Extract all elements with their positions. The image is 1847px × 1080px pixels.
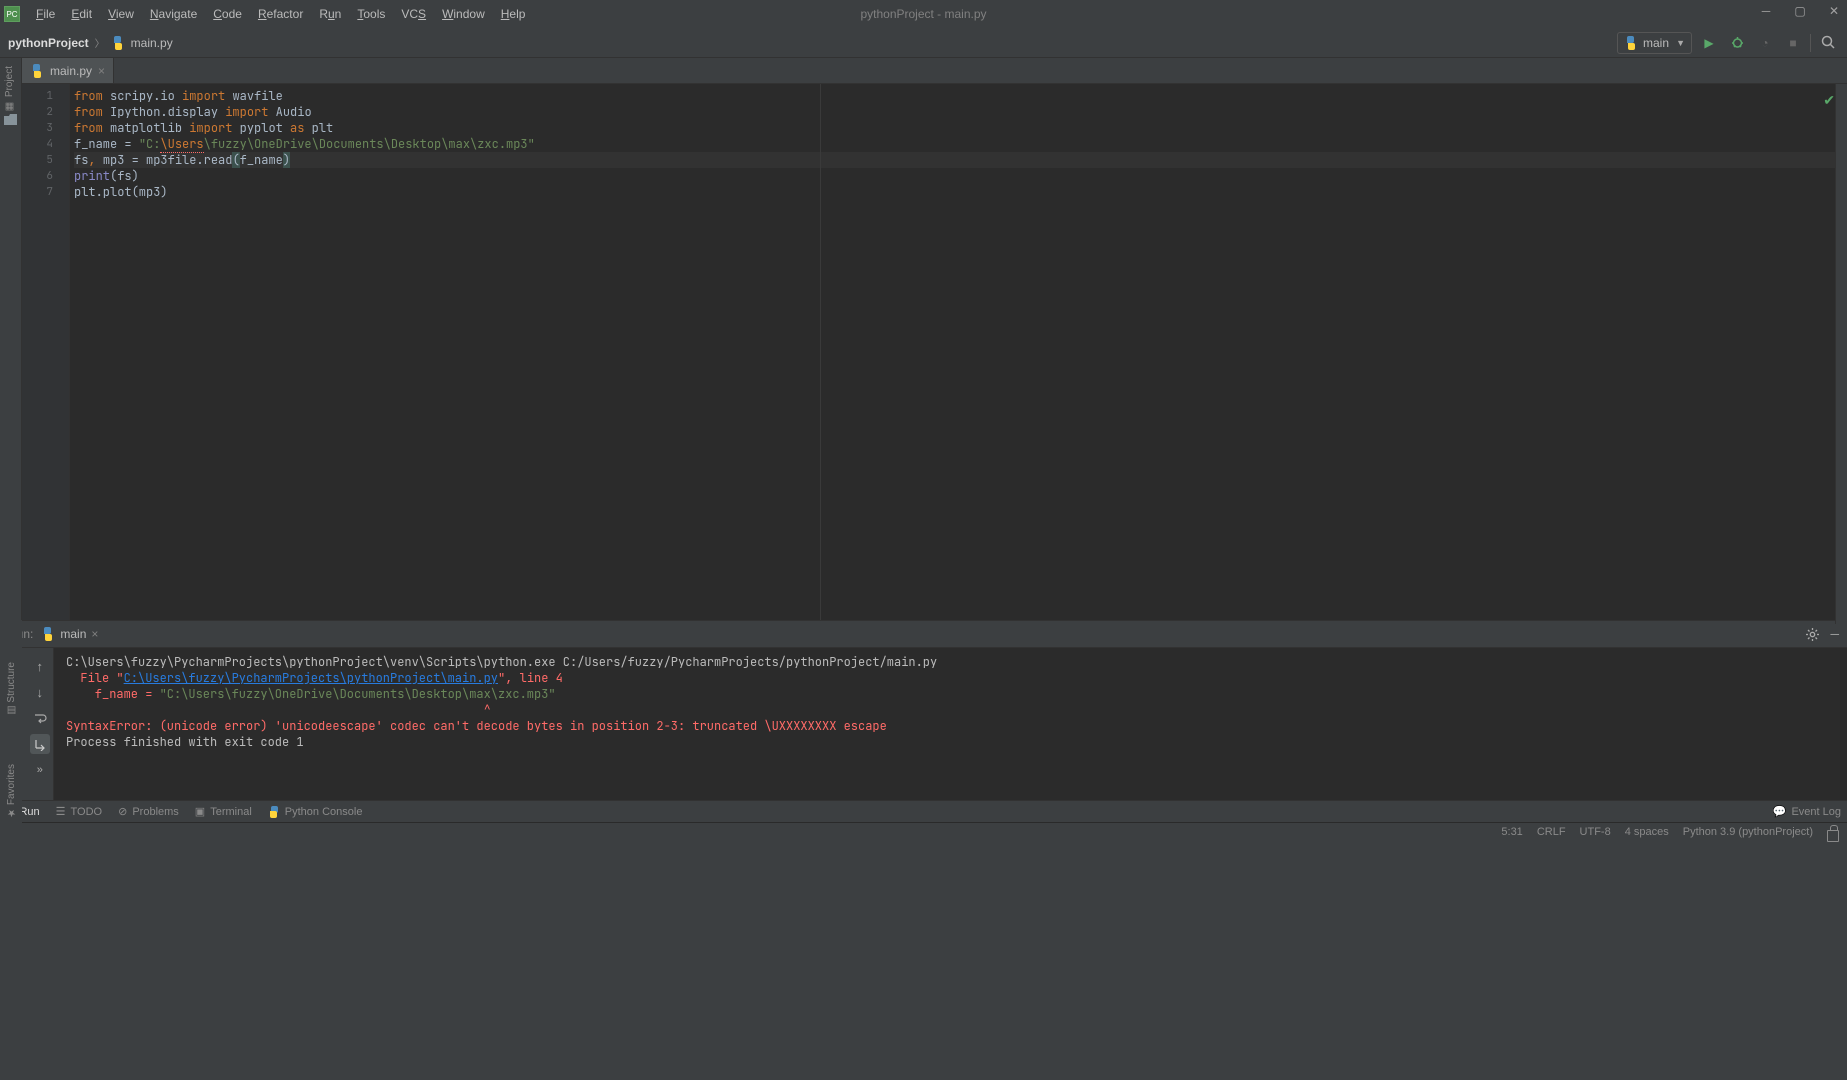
code-content[interactable]: from scripy.io import wavfile from Ipyth…	[70, 84, 1847, 620]
python-icon	[1624, 36, 1638, 50]
menu-code[interactable]: Code	[205, 3, 250, 25]
menu-file[interactable]: File	[28, 3, 63, 25]
menu-refactor[interactable]: Refactor	[250, 3, 311, 25]
menu-help[interactable]: Help	[493, 3, 534, 25]
navigation-bar: pythonProject 〉 main.py main ▼ ▶ ◔ ■	[0, 28, 1847, 58]
title-bar: PC File Edit View Navigate Code Refactor…	[0, 0, 1847, 28]
window-title: pythonProject - main.py	[860, 7, 986, 21]
run-config-name: main	[1643, 36, 1669, 50]
menu-window[interactable]: Window	[434, 3, 493, 25]
search-everywhere-button[interactable]	[1817, 32, 1839, 54]
indent-setting[interactable]: 4 spaces	[1625, 826, 1669, 842]
menu-tools[interactable]: Tools	[349, 3, 393, 25]
interpreter[interactable]: Python 3.9 (pythonProject)	[1683, 826, 1813, 842]
close-tab-icon[interactable]: ×	[98, 64, 105, 78]
status-bar: 5:31 CRLF UTF-8 4 spaces Python 3.9 (pyt…	[0, 822, 1847, 844]
line-gutter: 1 2 3 4 5 6 7	[22, 84, 70, 620]
project-tool-button[interactable]: ▦Project	[4, 66, 15, 112]
coverage-button[interactable]: ◔	[1754, 32, 1776, 54]
problems-tool-button[interactable]: ⊘Problems	[118, 805, 179, 818]
console-output[interactable]: C:\Users\fuzzy\PycharmProjects\pythonPro…	[54, 648, 1847, 800]
line-number: 6	[22, 168, 69, 184]
maximize-icon[interactable]: ▢	[1793, 4, 1807, 18]
minimize-icon[interactable]: ─	[1759, 4, 1773, 18]
soft-wrap-icon[interactable]	[30, 708, 50, 728]
python-file-icon	[111, 36, 125, 50]
menu-vcs[interactable]: VCS	[393, 3, 434, 25]
tab-label: main.py	[50, 64, 92, 78]
editor-tab-bar: main.py ×	[22, 58, 1847, 84]
debug-button[interactable]	[1726, 32, 1748, 54]
menu-navigate[interactable]: Navigate	[142, 3, 205, 25]
chevron-right-icon: 〉	[95, 35, 105, 50]
hide-panel-icon[interactable]: ─	[1830, 627, 1839, 642]
line-ending[interactable]: CRLF	[1537, 826, 1566, 842]
breadcrumb-file[interactable]: main.py	[131, 36, 173, 50]
event-log-button[interactable]: 💬Event Log	[1773, 805, 1841, 818]
python-icon	[41, 627, 55, 641]
python-file-icon	[30, 64, 44, 78]
scroll-to-end-icon[interactable]	[30, 734, 50, 754]
run-config-selector[interactable]: main ▼	[1617, 32, 1692, 54]
more-icon[interactable]: »	[30, 760, 50, 780]
editor-scrollbar[interactable]	[1835, 84, 1847, 624]
line-number: 7	[22, 184, 69, 200]
editor[interactable]: 1 2 3 4 5 6 7 from scripy.io import wavf…	[22, 84, 1847, 620]
line-number: 5	[22, 152, 69, 168]
run-tab-label: main	[60, 627, 86, 641]
run-button[interactable]: ▶	[1698, 32, 1720, 54]
encoding[interactable]: UTF-8	[1580, 826, 1611, 842]
breadcrumb: pythonProject 〉 main.py	[8, 35, 173, 50]
structure-tool-button[interactable]: ▤Structure	[6, 662, 17, 716]
down-arrow-icon[interactable]: ↓	[30, 682, 50, 702]
chevron-down-icon: ▼	[1676, 38, 1685, 48]
folder-icon	[4, 114, 17, 125]
caret-position[interactable]: 5:31	[1501, 826, 1522, 842]
stop-button[interactable]: ■	[1782, 32, 1804, 54]
menu-view[interactable]: View	[100, 3, 142, 25]
breadcrumb-project[interactable]: pythonProject	[8, 36, 89, 50]
terminal-tool-button[interactable]: ▣Terminal	[195, 805, 252, 818]
main-area: ▦Project main.py × 1 2 3 4 5 6 7	[0, 58, 1847, 620]
run-tab[interactable]: main ×	[41, 627, 98, 641]
line-number: 4	[22, 136, 69, 152]
close-run-tab-icon[interactable]: ×	[91, 627, 98, 641]
bottom-tool-bar: ▶Run ☰TODO ⊘Problems ▣Terminal Python Co…	[0, 800, 1847, 822]
editor-tab-main[interactable]: main.py ×	[22, 58, 114, 83]
project-tool-button-strip: ▦Project	[0, 58, 22, 620]
line-number: 1	[22, 88, 69, 104]
right-margin-guide	[820, 84, 821, 620]
inspection-ok-icon[interactable]: ✔	[1823, 92, 1835, 109]
todo-tool-button[interactable]: ☰TODO	[56, 805, 102, 818]
menu-bar: File Edit View Navigate Code Refactor Ru…	[28, 3, 533, 25]
line-number: 3	[22, 120, 69, 136]
line-number: 2	[22, 104, 69, 120]
close-icon[interactable]: ✕	[1827, 4, 1841, 18]
gear-icon[interactable]	[1805, 627, 1820, 642]
run-panel: ▶ ■ » ↑ ↓ »	[0, 648, 1847, 800]
up-arrow-icon[interactable]: ↑	[30, 656, 50, 676]
pycharm-icon: PC	[4, 6, 20, 22]
favorites-tool-button[interactable]: ★Favorites	[6, 764, 17, 818]
lock-icon[interactable]	[1827, 830, 1839, 842]
menu-edit[interactable]: Edit	[63, 3, 100, 25]
menu-run[interactable]: Run	[311, 3, 349, 25]
python-console-tool-button[interactable]: Python Console	[268, 806, 363, 818]
run-panel-header: Run: main × ─	[0, 620, 1847, 648]
